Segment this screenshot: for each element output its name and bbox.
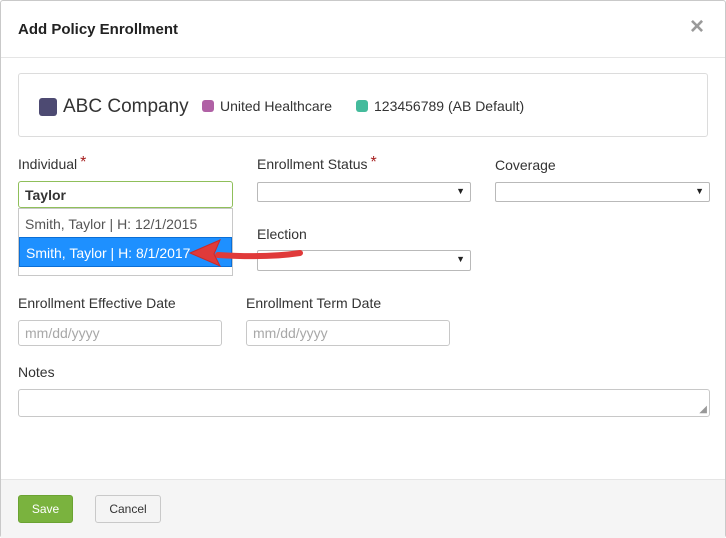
- annotation-arrow-icon: [188, 239, 303, 268]
